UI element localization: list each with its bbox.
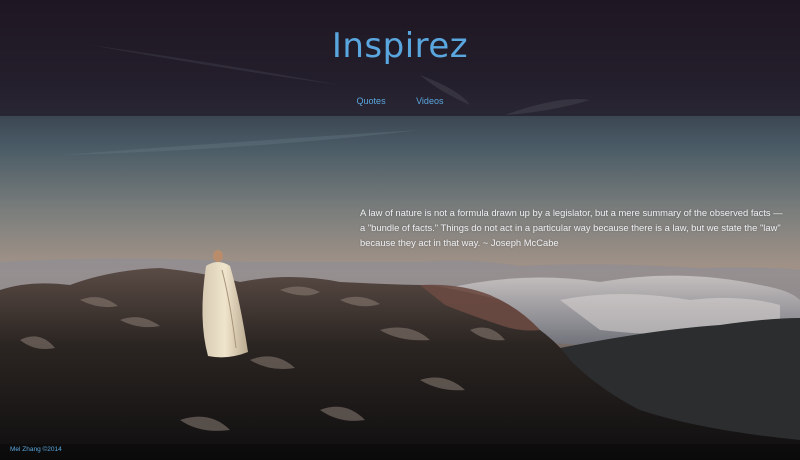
site-title[interactable]: Inspirez — [0, 26, 800, 66]
site-header: Inspirez Quotes Videos — [0, 0, 800, 116]
main-nav: Quotes Videos — [0, 95, 800, 107]
copyright-text: Mel Zhang ©2014 — [10, 446, 62, 453]
quote-text: A law of nature is not a formula drawn u… — [360, 207, 783, 248]
nav-link-videos[interactable]: Videos — [416, 95, 443, 107]
nav-link-quotes[interactable]: Quotes — [357, 95, 386, 107]
site-footer: Mel Zhang ©2014 — [0, 444, 800, 460]
